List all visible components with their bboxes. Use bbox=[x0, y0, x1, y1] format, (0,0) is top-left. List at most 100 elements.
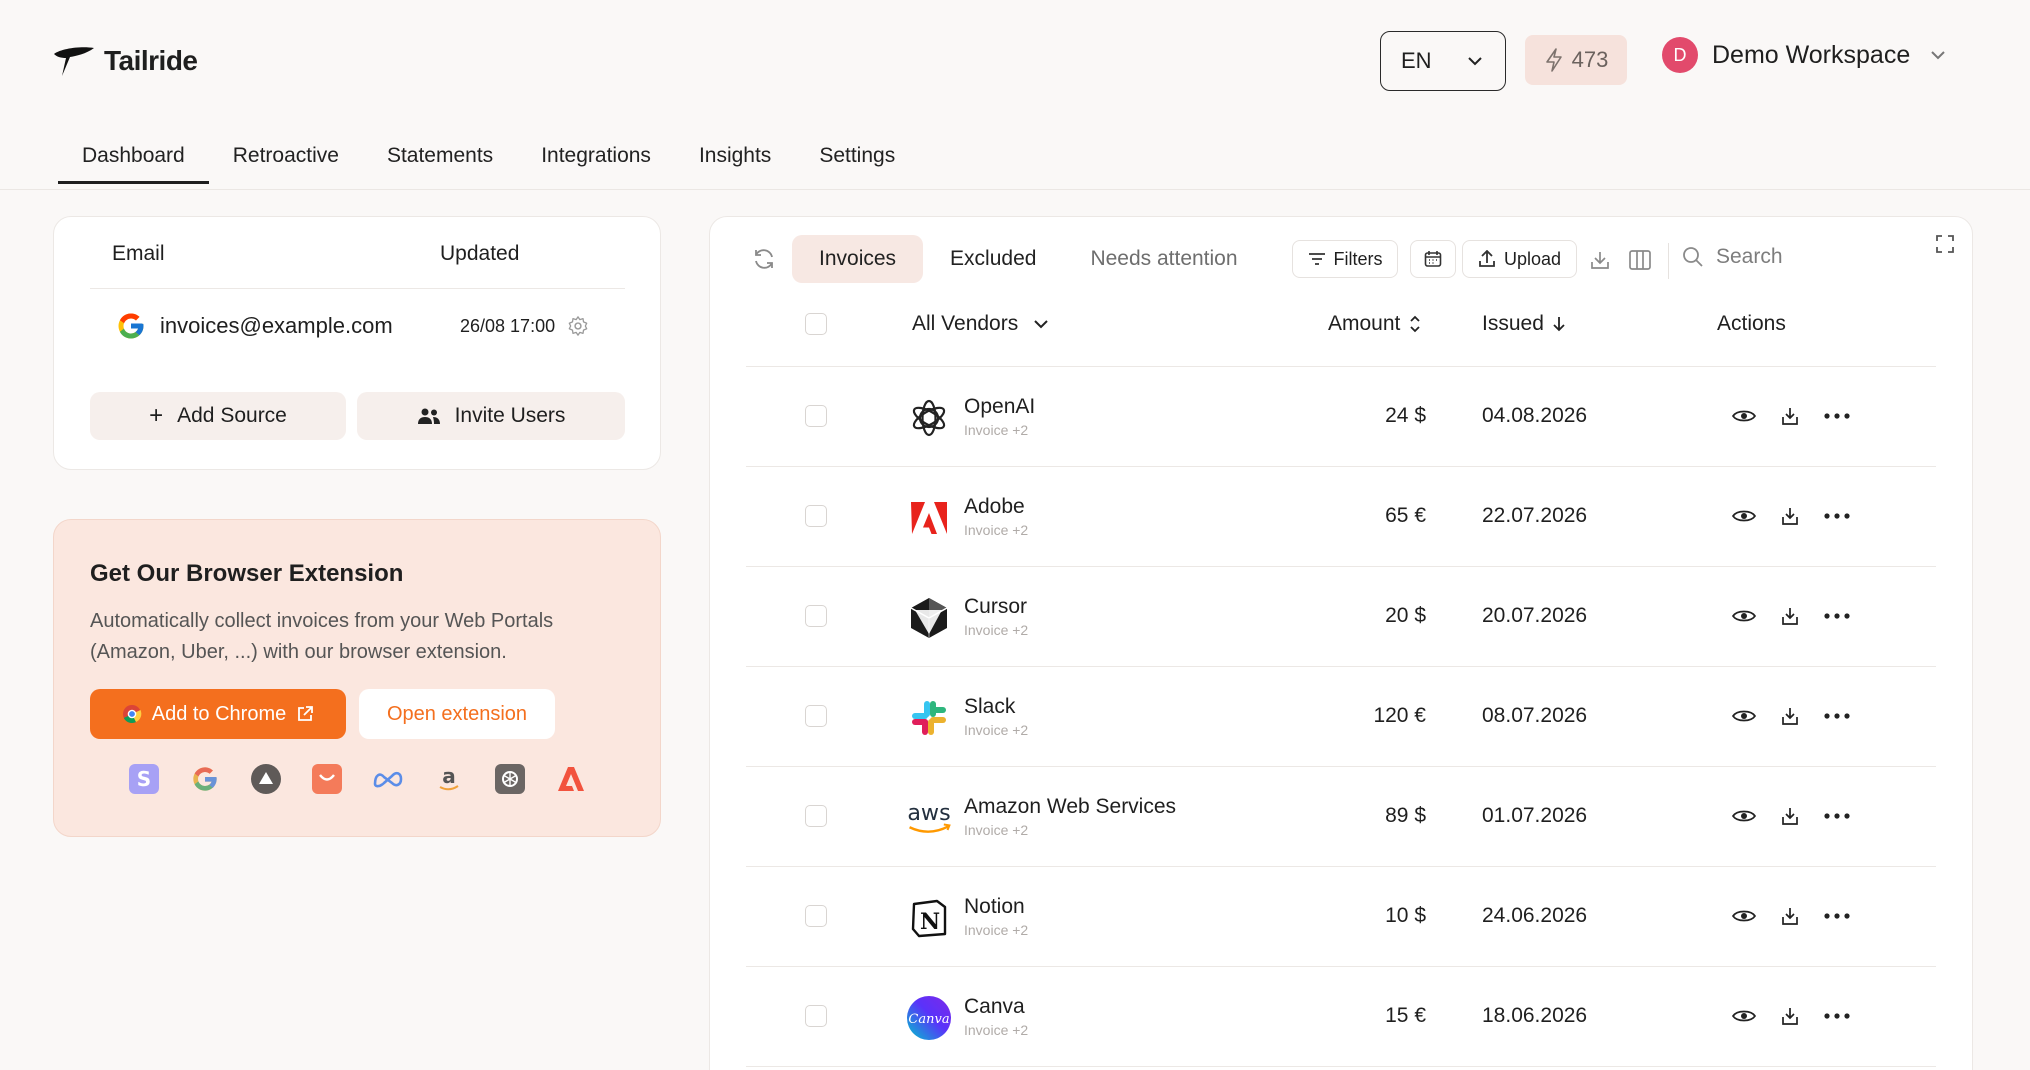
vendor-name: Cursor bbox=[964, 595, 1028, 618]
more-options-icon[interactable] bbox=[1820, 1002, 1854, 1030]
more-options-icon[interactable] bbox=[1820, 602, 1854, 630]
table-row[interactable]: Canva Canva Invoice +2 15 € 18.06.2026 bbox=[746, 967, 1936, 1067]
tab-invoices[interactable]: Invoices bbox=[792, 235, 924, 283]
download-icon[interactable] bbox=[1776, 502, 1804, 530]
col-email: Email bbox=[112, 242, 165, 265]
download-icon[interactable] bbox=[1589, 249, 1611, 271]
external-link-icon bbox=[298, 706, 314, 721]
download-icon[interactable] bbox=[1776, 702, 1804, 730]
tab-retroactive[interactable]: Retroactive bbox=[209, 136, 363, 182]
view-icon[interactable] bbox=[1730, 502, 1758, 530]
shopify-icon bbox=[311, 763, 343, 795]
table-row[interactable]: aws Amazon Web Services Invoice +2 89 $ 01.0… bbox=[746, 767, 1936, 867]
chevron-down-icon bbox=[1468, 57, 1482, 66]
expand-icon[interactable] bbox=[1935, 234, 1955, 254]
view-icon[interactable] bbox=[1730, 902, 1758, 930]
more-options-icon[interactable] bbox=[1820, 702, 1854, 730]
row-checkbox[interactable] bbox=[805, 1005, 827, 1027]
upload-button[interactable]: Upload bbox=[1462, 240, 1577, 278]
adobe-logo-icon bbox=[904, 495, 954, 541]
table-row[interactable]: Adobe Invoice +2 65 € 22.07.2026 bbox=[746, 467, 1936, 567]
row-checkbox[interactable] bbox=[805, 905, 827, 927]
tab-integrations[interactable]: Integrations bbox=[517, 136, 675, 182]
main-nav-tabs: Dashboard Retroactive Statements Integra… bbox=[58, 136, 919, 184]
amazon-icon: a bbox=[433, 763, 465, 795]
download-icon[interactable] bbox=[1776, 402, 1804, 430]
row-checkbox[interactable] bbox=[805, 405, 827, 427]
download-icon[interactable] bbox=[1776, 902, 1804, 930]
col-actions: Actions bbox=[1717, 312, 1786, 335]
invoice-amount: 120 € bbox=[1373, 704, 1426, 727]
add-to-chrome-label: Add to Chrome bbox=[151, 702, 287, 725]
workspace-switcher[interactable]: D Demo Workspace bbox=[1662, 37, 1946, 73]
cursor-logo-icon bbox=[904, 595, 954, 641]
calendar-icon bbox=[1424, 251, 1442, 267]
more-options-icon[interactable] bbox=[1820, 402, 1854, 430]
search-input[interactable]: Search bbox=[1682, 245, 1783, 269]
more-options-icon[interactable] bbox=[1820, 802, 1854, 830]
table-row[interactable]: N Notion Invoice +2 10 $ 24.06.2026 bbox=[746, 867, 1936, 967]
vendor-name: OpenAI bbox=[964, 395, 1036, 418]
download-icon[interactable] bbox=[1776, 602, 1804, 630]
date-picker-button[interactable] bbox=[1410, 240, 1456, 278]
filters-button[interactable]: Filters bbox=[1292, 240, 1398, 278]
invoice-issued-date: 22.07.2026 bbox=[1482, 504, 1588, 527]
view-icon[interactable] bbox=[1730, 802, 1758, 830]
tab-insights[interactable]: Insights bbox=[675, 136, 795, 182]
credits-badge[interactable]: 473 bbox=[1525, 35, 1627, 85]
tab-excluded[interactable]: Excluded bbox=[923, 235, 1063, 283]
invite-users-button[interactable]: Invite Users bbox=[357, 392, 625, 440]
table-row[interactable]: OpenAI Invoice +2 24 $ 04.08.2026 bbox=[746, 367, 1936, 467]
invoice-issued-date: 24.06.2026 bbox=[1482, 904, 1588, 927]
stripe-icon: S bbox=[128, 763, 160, 795]
tab-needs-attention[interactable]: Needs attention bbox=[1063, 235, 1264, 283]
col-amount-label: Amount bbox=[1328, 312, 1401, 335]
vendor-subtext: Invoice +2 bbox=[964, 422, 1029, 438]
openai-logo-icon bbox=[904, 395, 954, 441]
row-checkbox[interactable] bbox=[805, 805, 827, 827]
sources-header: Email Updated bbox=[90, 242, 625, 289]
row-checkbox[interactable] bbox=[805, 705, 827, 727]
table-row[interactable]: Slack Invoice +2 120 € 08.07.2026 bbox=[746, 667, 1936, 767]
view-icon[interactable] bbox=[1730, 702, 1758, 730]
refresh-icon[interactable] bbox=[750, 245, 778, 273]
brand-logo[interactable]: Tailride bbox=[52, 44, 198, 78]
invoices-toolbar: Invoices Excluded Needs attention bbox=[750, 235, 1265, 283]
invoice-amount: 65 € bbox=[1385, 504, 1426, 527]
vendor-filter-dropdown[interactable]: All Vendors bbox=[912, 312, 1050, 336]
download-icon[interactable] bbox=[1776, 802, 1804, 830]
table-row[interactable]: Cursor Invoice +2 20 $ 20.07.2026 bbox=[746, 567, 1936, 667]
vendor-subtext: Invoice +2 bbox=[964, 822, 1029, 838]
sort-amount-header[interactable]: Amount bbox=[1328, 312, 1422, 336]
svg-text:a: a bbox=[442, 764, 456, 788]
google-icon bbox=[118, 313, 144, 339]
row-checkbox[interactable] bbox=[805, 505, 827, 527]
supported-portals: S a bbox=[128, 763, 587, 795]
canva-logo-icon: Canva bbox=[904, 995, 954, 1041]
sort-issued-header[interactable]: Issued bbox=[1482, 312, 1566, 336]
tab-statements[interactable]: Statements bbox=[363, 136, 517, 182]
select-all-checkbox[interactable] bbox=[805, 313, 827, 335]
download-icon[interactable] bbox=[1776, 1002, 1804, 1030]
add-source-button[interactable]: + Add Source bbox=[90, 392, 346, 440]
more-options-icon[interactable] bbox=[1820, 902, 1854, 930]
invoice-issued-date: 01.07.2026 bbox=[1482, 804, 1588, 827]
invite-users-label: Invite Users bbox=[454, 404, 566, 427]
open-extension-button[interactable]: Open extension bbox=[359, 689, 555, 739]
view-icon[interactable] bbox=[1730, 1002, 1758, 1030]
vendor-subtext: Invoice +2 bbox=[964, 1022, 1029, 1038]
add-to-chrome-button[interactable]: Add to Chrome bbox=[90, 689, 346, 739]
gear-icon[interactable] bbox=[567, 315, 589, 337]
row-checkbox[interactable] bbox=[805, 605, 827, 627]
svg-text:aws: aws bbox=[907, 800, 950, 826]
view-icon[interactable] bbox=[1730, 402, 1758, 430]
col-issued-label: Issued bbox=[1482, 312, 1544, 335]
view-icon[interactable] bbox=[1730, 602, 1758, 630]
credits-count: 473 bbox=[1571, 47, 1609, 72]
tab-dashboard[interactable]: Dashboard bbox=[58, 136, 209, 184]
language-select[interactable]: EN bbox=[1380, 31, 1506, 91]
more-options-icon[interactable] bbox=[1820, 502, 1854, 530]
tab-settings[interactable]: Settings bbox=[795, 136, 919, 182]
lightning-icon bbox=[1545, 48, 1562, 72]
columns-icon[interactable] bbox=[1628, 248, 1652, 272]
